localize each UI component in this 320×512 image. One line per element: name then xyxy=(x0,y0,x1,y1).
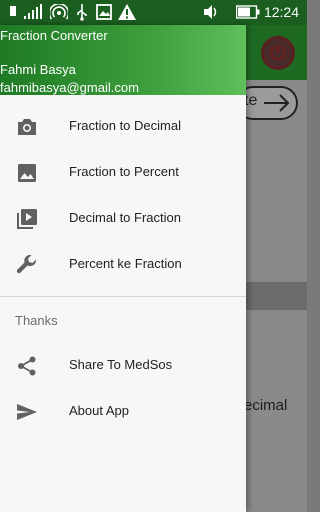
share-icon xyxy=(18,356,36,376)
menu-item-label: Percent ke Fraction xyxy=(69,256,182,271)
power-icon xyxy=(270,44,286,61)
arrow-right-icon xyxy=(264,94,290,112)
menu-item-decimal-to-fraction[interactable]: Decimal to Fraction xyxy=(0,196,246,242)
warning-icon xyxy=(118,4,136,20)
gallery-notification-icon xyxy=(96,4,112,20)
battery-icon xyxy=(236,5,260,19)
menu-item-about[interactable]: About App xyxy=(0,389,246,435)
menu-item-fraction-to-decimal[interactable]: Fraction to Decimal xyxy=(0,104,246,150)
power-button[interactable] xyxy=(261,36,295,70)
menu-item-label: Decimal to Fraction xyxy=(69,210,181,225)
drawer-header: Fraction Converter Fahmi Basya fahmibasy… xyxy=(0,25,246,95)
user-name: Fahmi Basya xyxy=(0,62,76,77)
status-bar: 12:24 xyxy=(0,0,307,25)
video-library-icon xyxy=(17,209,37,229)
usb-icon xyxy=(77,4,87,21)
wrench-icon xyxy=(16,254,37,274)
section-label-thanks: Thanks xyxy=(15,313,58,328)
menu-item-label: Fraction to Percent xyxy=(69,164,179,179)
background-band xyxy=(246,282,307,310)
navigation-drawer: Fraction Converter Fahmi Basya fahmibasy… xyxy=(0,25,246,512)
clock: 12:24 xyxy=(263,4,299,20)
menu-item-share[interactable]: Share To MedSos xyxy=(0,343,246,389)
camera-icon xyxy=(18,119,36,135)
vibrate-icon xyxy=(204,5,217,19)
menu-item-percent-to-fraction[interactable]: Percent ke Fraction xyxy=(0,242,246,288)
menu-item-label: Share To MedSos xyxy=(69,357,173,372)
wifi-hotspot-icon xyxy=(50,4,68,20)
image-icon xyxy=(18,164,36,182)
user-email: fahmibasya@gmail.com xyxy=(0,80,139,95)
divider xyxy=(0,296,246,297)
app-title: Fraction Converter xyxy=(0,28,108,43)
sim-signal-icon xyxy=(10,4,42,19)
background-partial-text: ecimal xyxy=(244,397,288,414)
menu-item-label: Fraction to Decimal xyxy=(69,118,181,133)
background-button-text: te xyxy=(244,92,258,109)
send-icon xyxy=(17,404,37,420)
menu-item-fraction-to-percent[interactable]: Fraction to Percent xyxy=(0,150,246,196)
menu-item-label: About App xyxy=(69,403,129,418)
